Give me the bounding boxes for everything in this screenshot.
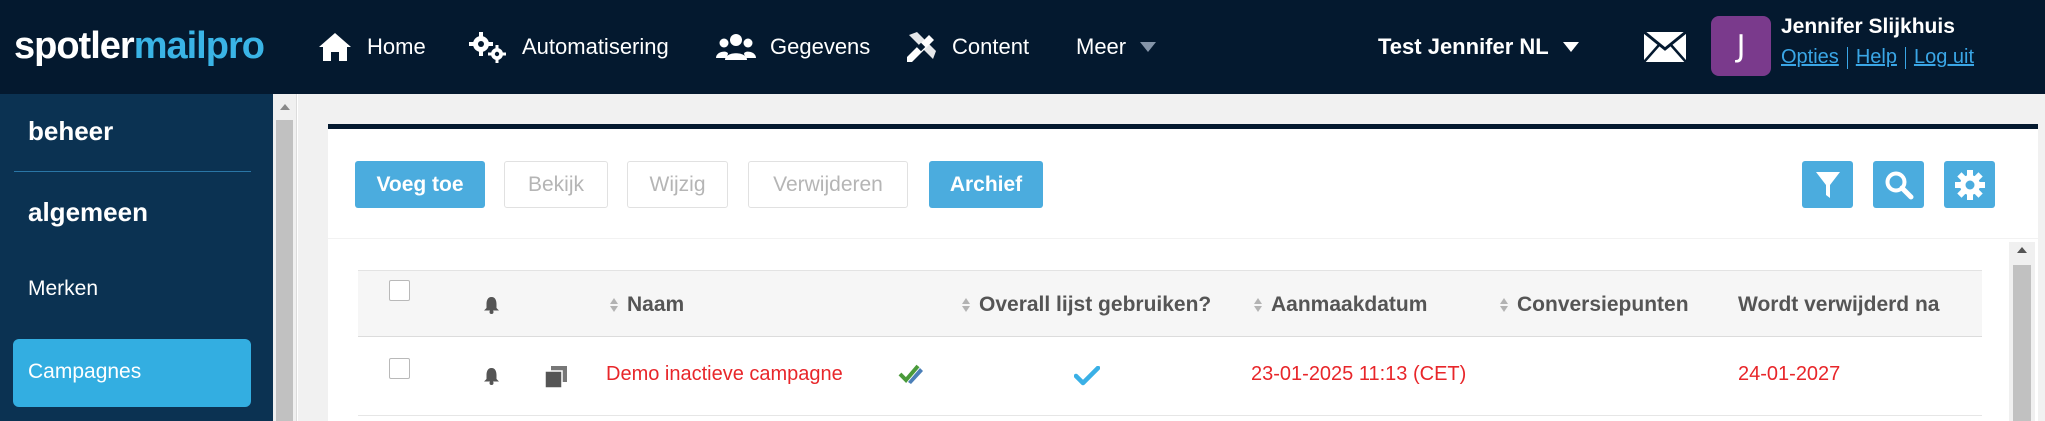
caret-down-icon [1562,42,1579,52]
column-header-conversiepunten[interactable]: Conversiepunten [1500,293,1689,317]
settings-icon [1954,169,1985,200]
sidebar-item-merken[interactable]: Merken [28,277,98,301]
sidebar-item-campagnes[interactable]: Campagnes [13,339,251,407]
nav-content-label: Content [952,34,1030,59]
settings-button[interactable] [1944,161,1995,208]
nav-meer[interactable]: Meer [1076,27,1157,67]
nav-gegevens[interactable]: Gegevens [716,27,870,67]
sidebar: beheer algemeen Merken Campagnes [0,94,273,421]
top-navigation-bar: spotlermailpro Home Automatisering Gegev… [0,0,2045,94]
options-link[interactable]: Opties [1781,46,1839,69]
account-selector[interactable]: Test Jennifer NL [1378,27,1579,67]
user-links: Opties Help Log uit [1781,46,1974,69]
user-name: Jennifer Slijkhuis [1781,15,1955,38]
column-label: Naam [627,293,685,316]
gears-icon [469,32,506,63]
home-icon [319,33,351,61]
edit-button[interactable]: Wijzig [627,161,728,208]
logo-text-spotler: spotler [14,25,135,67]
nav-gegevens-label: Gegevens [770,34,871,59]
checkmark-icon [1074,366,1100,386]
sort-icon [610,298,618,312]
logo-text-mailpro: mailpro [133,25,265,67]
column-label: Overall lijst gebruiken? [979,293,1212,316]
envelope-icon[interactable] [1643,30,1687,68]
scroll-up-arrow-icon[interactable] [2017,247,2027,253]
column-header-aanmaakdatum[interactable]: Aanmaakdatum [1254,293,1427,317]
copy-icon[interactable] [544,365,568,389]
nav-home-label: Home [367,34,426,59]
users-icon [716,34,756,60]
column-label: Aanmaakdatum [1271,293,1428,316]
page-scrollbar[interactable] [273,94,297,421]
chevron-down-icon [1140,42,1157,52]
delete-button[interactable]: Verwijderen [748,161,908,208]
sidebar-group-title[interactable]: algemeen [28,197,148,228]
help-link[interactable]: Help [1856,46,1897,69]
link-divider [1846,46,1848,69]
pencil-ruler-icon [907,32,936,62]
column-label: Conversiepunten [1517,293,1689,316]
row-checkbox[interactable] [389,358,410,379]
link-divider [1904,46,1906,69]
column-header-overall-lijst[interactable]: Overall lijst gebruiken? [962,293,1211,317]
column-label: Wordt verwijderd na [1738,293,1940,316]
scroll-thumb[interactable] [276,120,293,421]
bell-icon[interactable] [483,367,500,385]
table-row[interactable]: Demo inactieve campagne 23-01-2025 11:13… [358,338,1982,416]
scroll-thumb[interactable] [2013,265,2031,421]
nav-content[interactable]: Content [904,27,1029,67]
sort-icon [1254,298,1262,312]
spotler-logo[interactable]: spotlermailpro [14,24,265,68]
search-button[interactable] [1873,161,1924,208]
sidebar-section-title: beheer [28,116,114,146]
sort-icon [1500,298,1508,312]
nav-home[interactable]: Home [317,27,426,67]
delete-after-date: 24-01-2027 [1738,363,1841,385]
scroll-up-arrow-icon[interactable] [280,104,290,110]
column-header-naam[interactable]: Naam [610,293,684,317]
filter-icon [1815,171,1840,198]
bell-icon[interactable] [483,296,500,314]
nav-automatisering[interactable]: Automatisering [468,27,669,67]
archive-button[interactable]: Archief [929,161,1043,208]
sidebar-divider [14,171,251,172]
filter-button[interactable] [1802,161,1853,208]
table-scrollbar[interactable] [2009,242,2035,421]
search-icon [1885,171,1913,199]
view-button[interactable]: Bekijk [504,161,608,208]
nav-automatisering-label: Automatisering [522,34,669,59]
sort-icon [962,298,970,312]
account-name: Test Jennifer NL [1378,34,1549,59]
campaign-name-link[interactable]: Demo inactieve campagne [606,363,843,386]
select-all-checkbox[interactable] [389,280,410,301]
nav-meer-label: Meer [1076,34,1127,59]
edit-check-icon[interactable] [898,362,924,384]
logout-link[interactable]: Log uit [1914,46,1974,69]
toolbar-separator [328,238,2038,239]
avatar[interactable]: J [1711,16,1771,76]
table-header: Naam Overall lijst gebruiken? Aanmaakdat… [358,270,1982,337]
column-header-wordt-verwijderd-na[interactable]: Wordt verwijderd na [1738,293,1939,317]
add-button[interactable]: Voeg toe [355,161,485,208]
created-date: 23-01-2025 11:13 (CET) [1251,363,1467,385]
